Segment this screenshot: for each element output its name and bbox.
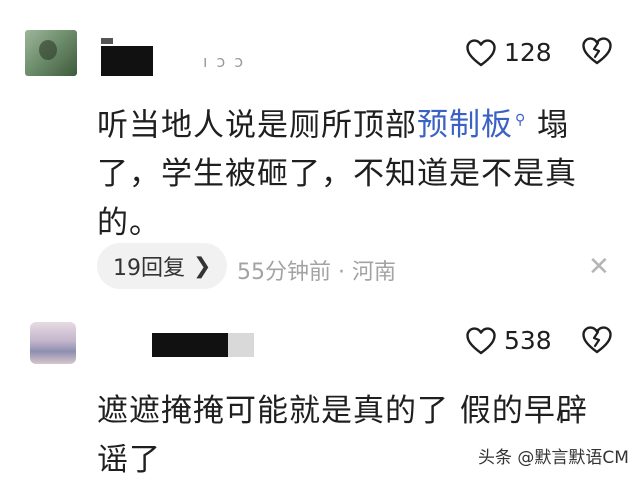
heart-outline-icon bbox=[466, 326, 496, 355]
comment-meta: 55分钟前 · 河南 bbox=[237, 260, 396, 285]
like-button[interactable]: 538 bbox=[466, 326, 552, 355]
commenter-avatar[interactable] bbox=[30, 322, 76, 364]
replies-label: 19回复 bbox=[113, 256, 185, 281]
view-replies-button[interactable]: 19回复 ❯ bbox=[97, 243, 228, 289]
search-link[interactable]: 预制板 ⚲ bbox=[417, 107, 526, 143]
broken-heart-icon bbox=[582, 36, 612, 66]
username-redaction bbox=[152, 333, 228, 357]
like-button[interactable]: 128 bbox=[466, 38, 552, 67]
broken-heart-icon bbox=[582, 325, 612, 355]
close-icon[interactable]: ✕ bbox=[588, 254, 610, 280]
comment-text-part: 听当地人说是厕所顶部 bbox=[97, 107, 417, 144]
search-icon: ⚲ bbox=[515, 112, 527, 128]
username-redaction bbox=[101, 46, 153, 76]
chevron-right-icon: ❯ bbox=[193, 253, 212, 279]
username-redaction-light bbox=[228, 333, 254, 357]
watermark: 头条 @默言默语CM bbox=[478, 448, 629, 468]
heart-outline-icon bbox=[466, 38, 496, 67]
username-faint-text: ı ɔ ɔ bbox=[203, 52, 246, 71]
comment-text: 遮遮掩掩可能就是真的了 假的早辟谣了 bbox=[97, 393, 588, 478]
username-redaction bbox=[101, 38, 113, 44]
commenter-avatar[interactable] bbox=[25, 30, 77, 76]
search-link-label: 预制板 bbox=[417, 107, 513, 144]
like-count: 538 bbox=[504, 326, 552, 355]
dislike-button[interactable] bbox=[582, 36, 612, 66]
dislike-button[interactable] bbox=[582, 325, 612, 355]
comment-text: 听当地人说是厕所顶部预制板 ⚲ 塌了，学生被砸了，不知道是不是真的。 bbox=[97, 96, 617, 248]
like-count: 128 bbox=[504, 38, 552, 67]
